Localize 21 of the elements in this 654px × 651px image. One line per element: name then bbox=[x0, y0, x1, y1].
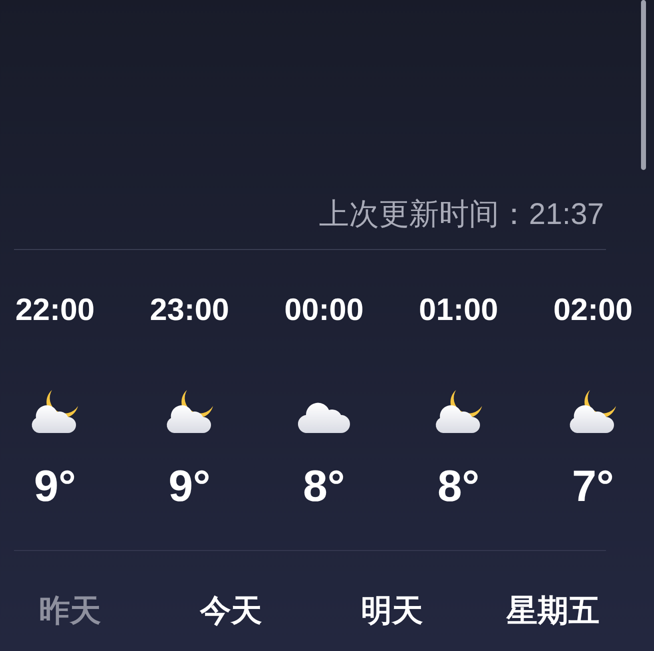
day-tab[interactable]: 星期五 bbox=[483, 591, 623, 631]
cloud-moon-icon bbox=[568, 388, 618, 434]
hour-label: 01:00 bbox=[418, 291, 498, 329]
day-tab[interactable]: 今天 bbox=[161, 591, 301, 631]
temperature: 7° bbox=[572, 462, 614, 512]
last-update-text: 上次更新时间：21:37 bbox=[318, 197, 604, 233]
scrollbar[interactable] bbox=[641, 0, 646, 170]
temperature: 9° bbox=[168, 462, 211, 512]
cloud-moon-icon bbox=[164, 388, 214, 434]
day-tab[interactable]: 昨天 bbox=[0, 591, 140, 631]
cloud-icon bbox=[298, 400, 350, 434]
temperature: 8° bbox=[437, 462, 480, 512]
cloud-moon-icon bbox=[30, 388, 80, 434]
temperature: 9° bbox=[34, 462, 76, 512]
temperature: 8° bbox=[302, 462, 346, 512]
hour-label: 00:00 bbox=[284, 291, 364, 329]
hour-label: 02:00 bbox=[553, 291, 633, 329]
day-tab[interactable]: 明天 bbox=[322, 591, 462, 631]
hour-label: 23:00 bbox=[150, 291, 230, 329]
hour-label: 22:00 bbox=[15, 291, 95, 329]
cloud-moon-icon bbox=[434, 388, 484, 434]
